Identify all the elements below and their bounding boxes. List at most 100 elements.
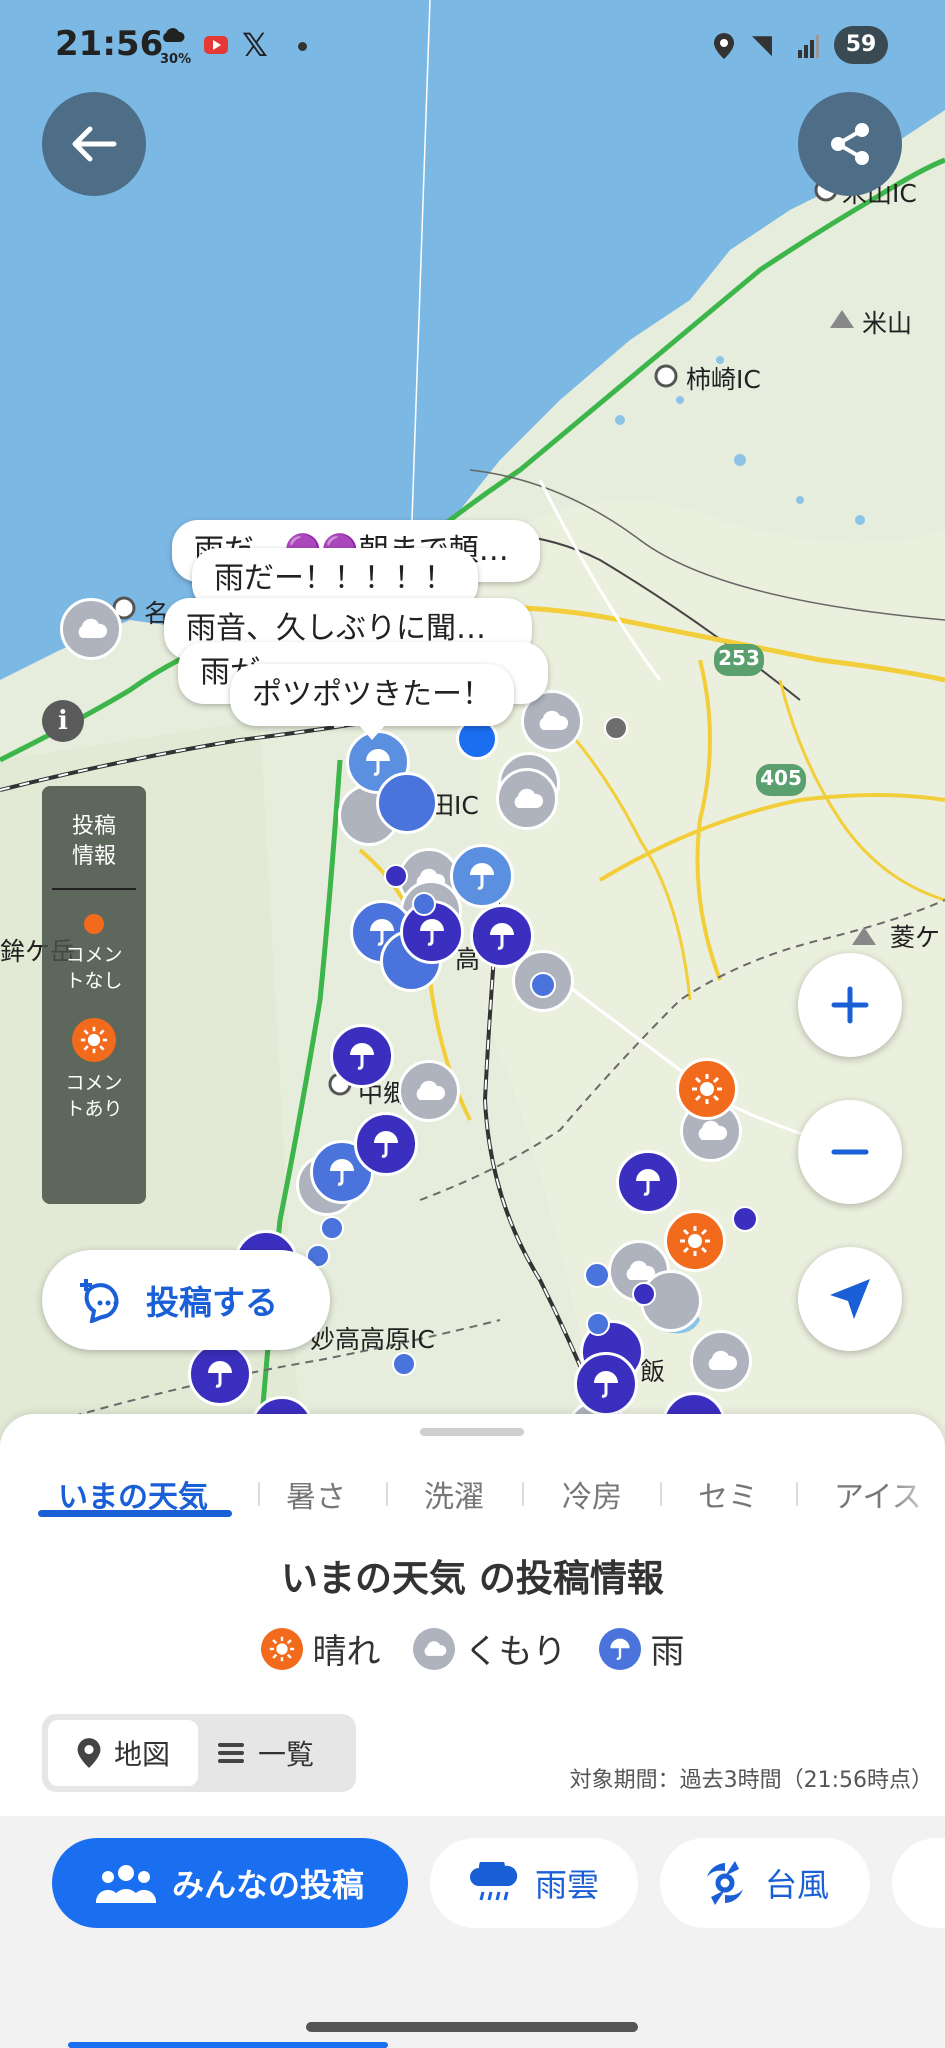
rain-cloud-icon — [163, 28, 185, 42]
active-tab-underline — [38, 1510, 232, 1517]
everyone-posts-label: みんなの投稿 — [171, 1866, 364, 1904]
sun-icon — [680, 1226, 710, 1256]
no-comment-dot[interactable] — [732, 1206, 758, 1232]
list-view-button[interactable]: 一覧 — [218, 1720, 348, 1786]
legend-title: 投稿情報 — [71, 814, 116, 869]
place-label-ii: 飯 — [640, 1357, 666, 1386]
sunny-marker[interactable] — [676, 1058, 738, 1120]
sheet-drag-handle[interactable] — [420, 1428, 524, 1436]
post-button[interactable]: 投稿する — [42, 1250, 330, 1350]
no-comment-dot[interactable] — [530, 972, 556, 998]
battery-indicator: 59 — [834, 26, 888, 64]
cloudy-marker[interactable] — [690, 1330, 752, 1392]
cloud-icon — [514, 788, 544, 808]
zoom-in-button[interactable] — [798, 953, 902, 1057]
heavy-rain-marker[interactable] — [188, 1342, 252, 1406]
tab-cooling[interactable]: 冷房 — [562, 1472, 622, 1516]
navigation-arrow-icon — [830, 1279, 870, 1319]
plus-icon — [831, 986, 869, 1024]
legend-sunny-label: 晴れ — [312, 1632, 381, 1672]
share-icon — [831, 123, 869, 165]
rain-marker[interactable] — [376, 772, 438, 834]
bottom-sheet[interactable]: いまの天気 暑さ 洗濯 冷房 セミ アイス いまの天気 の投稿情報 晴れ くもり… — [0, 1414, 945, 1816]
back-button[interactable] — [42, 92, 146, 196]
legend-divider — [52, 888, 136, 890]
map-view-button[interactable]: 地図 — [48, 1720, 198, 1786]
legend-cloudy-label: くもり — [464, 1632, 567, 1672]
route-shield-253: 253 — [718, 646, 760, 670]
no-comment-dot[interactable] — [392, 1352, 416, 1376]
cloudy-marker[interactable] — [398, 1060, 460, 1122]
cloudy-marker[interactable] — [496, 768, 558, 830]
sun-icon — [260, 1627, 303, 1670]
more-notifications-dot — [298, 42, 307, 51]
tab-cicada[interactable]: セミ — [698, 1472, 758, 1516]
tab-separator — [660, 1482, 662, 1506]
rain-marker[interactable] — [450, 844, 514, 908]
target-period: 対象期間：過去3時間（21:56時点） — [569, 1768, 933, 1793]
gesture-bar — [306, 2022, 638, 2032]
zoom-out-button[interactable] — [798, 1100, 902, 1204]
map-view-label: 地図 — [113, 1738, 170, 1771]
status-weather-pct: 30% — [160, 52, 192, 67]
youtube-notification-icon — [204, 36, 228, 54]
status-weather: 30% — [160, 28, 191, 67]
tab-laundry[interactable]: 洗濯 — [424, 1472, 484, 1516]
rain-cloud-icon — [469, 1862, 519, 1904]
mountain-label-hishigatake: 菱ケ — [890, 923, 941, 952]
sun-icon — [80, 1026, 108, 1054]
typhoon-button[interactable]: 台風 — [660, 1838, 870, 1928]
x-notification-icon: 𝕏 — [242, 26, 268, 64]
umbrella-icon — [490, 923, 514, 950]
wifi-icon: ◥ — [752, 30, 772, 60]
umbrella-icon — [208, 1361, 232, 1388]
heavy-rain-marker[interactable] — [354, 1112, 418, 1176]
no-comment-dot[interactable] — [584, 1262, 610, 1288]
share-button[interactable] — [798, 92, 902, 196]
cloud-icon — [412, 1627, 455, 1670]
no-comment-dot[interactable] — [632, 1282, 656, 1306]
sunny-marker[interactable] — [664, 1210, 726, 1272]
typhoon-icon — [701, 1859, 749, 1907]
view-toggle: 地図 一覧 — [42, 1714, 356, 1792]
heavy-rain-marker[interactable] — [470, 904, 534, 968]
no-comment-dot[interactable] — [412, 892, 436, 916]
current-location-button[interactable] — [798, 1247, 902, 1351]
weather-map[interactable]: 米山IC 米山 柿崎IC 253 405 高田IC 鉾ケ岳 菱ケ 妙高高原IC … — [0, 0, 945, 1440]
post-bubble[interactable]: ポツポツきたー！ — [230, 664, 514, 726]
no-comment-dot[interactable] — [586, 1312, 610, 1336]
post-button-label: 投稿する — [146, 1283, 278, 1322]
info-icon[interactable]: i — [42, 700, 84, 742]
umbrella-icon — [366, 749, 390, 776]
people-icon — [95, 1863, 156, 1903]
cloud-icon — [416, 1080, 446, 1100]
heavy-rain-marker[interactable] — [616, 1150, 680, 1214]
tab-separator — [796, 1482, 798, 1506]
tabs-fade — [885, 1458, 945, 1524]
umbrella-icon — [330, 1159, 354, 1186]
no-comment-dot[interactable] — [320, 1216, 344, 1240]
umbrella-icon — [470, 863, 494, 890]
everyone-posts-button[interactable]: みんなの投稿 — [52, 1838, 408, 1928]
nav-bottom-line — [68, 2042, 388, 2048]
legend-cloudy: くもり — [412, 1624, 567, 1673]
post-comment-icon — [80, 1279, 119, 1323]
ic-label-kakizaki: 柿崎IC — [686, 365, 761, 394]
heavy-rain-marker[interactable] — [330, 1024, 394, 1088]
cloud-icon — [698, 1120, 728, 1140]
umbrella-icon — [636, 1169, 660, 1196]
weather-legend: 晴れ くもり 雨 — [0, 1624, 945, 1673]
legend-no-comment: コメントなし — [65, 944, 123, 992]
cloudy-marker[interactable] — [60, 598, 122, 660]
tab-heat[interactable]: 暑さ — [286, 1472, 346, 1516]
cloud-icon — [78, 618, 108, 638]
sheet-title: いまの天気 の投稿情報 — [281, 1557, 664, 1600]
no-comment-dot[interactable] — [604, 716, 628, 740]
post-info-legend: 投稿情報 コメントなし コメントあり — [42, 786, 146, 1204]
tab-separator — [386, 1482, 388, 1506]
rain-cloud-button[interactable]: 雨雲 — [430, 1838, 638, 1928]
route-shield-405: 405 — [760, 766, 802, 790]
list-view-label: 一覧 — [258, 1738, 315, 1771]
heavy-rain-marker[interactable] — [574, 1352, 638, 1416]
no-comment-dot[interactable] — [384, 864, 408, 888]
